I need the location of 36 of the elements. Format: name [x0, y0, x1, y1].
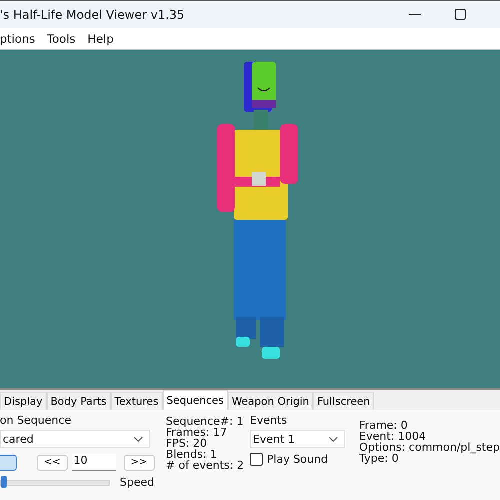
chevron-icon	[134, 436, 143, 442]
event-info-text: Event: 1004	[359, 431, 426, 442]
play-sound-checkbox[interactable]	[250, 453, 264, 466]
event-info-text: Options: common/pl_step	[359, 442, 500, 453]
sequence-label: on Sequence	[0, 414, 72, 427]
sequence-info-text: FPS: 20	[166, 438, 208, 449]
frame-input[interactable]: 10	[72, 454, 116, 471]
speed-label: Speed	[120, 476, 154, 489]
sequence-info-text: Sequence#: 1	[166, 416, 245, 427]
event-dropdown[interactable]: Event 1	[250, 430, 346, 448]
tab[interactable]: Textures	[110, 392, 163, 410]
sequence-info-text: Frames: 17	[166, 427, 228, 438]
sequence-dropdown[interactable]: cared	[0, 430, 150, 448]
chevron-icon	[329, 436, 338, 442]
sequence-info-text: Blends: 1	[166, 449, 218, 460]
3d-viewport[interactable]	[0, 50, 500, 388]
window-title: 's Half-Life Model Viewer v1.35	[0, 8, 185, 22]
maximize-icon[interactable]	[455, 9, 466, 20]
next-frame-button[interactable]: >>	[124, 454, 155, 470]
menu-item[interactable]: ptions	[0, 32, 36, 46]
event-info-text: Frame: 0	[359, 420, 408, 431]
sequence-info-text: # of events: 2	[166, 460, 246, 471]
menu-item[interactable]: Tools	[47, 32, 76, 46]
events-label: Events	[250, 414, 288, 427]
tab[interactable]: Weapon Origin	[228, 392, 314, 410]
slider-thumb[interactable]	[1, 476, 7, 488]
previous-frame-button[interactable]: <<	[37, 454, 68, 470]
tab[interactable]: Fullscreen	[313, 392, 374, 410]
play-button[interactable]	[0, 454, 17, 470]
play-sound-label: Play Sound	[267, 453, 328, 466]
event-info-text: Type: 0	[359, 453, 399, 464]
tab[interactable]: Body Parts	[46, 392, 111, 410]
menu-item[interactable]: Help	[88, 32, 114, 46]
tab[interactable]: Display	[0, 392, 47, 410]
minimize-icon[interactable]	[409, 14, 421, 16]
tab[interactable]: Sequences	[162, 390, 228, 410]
